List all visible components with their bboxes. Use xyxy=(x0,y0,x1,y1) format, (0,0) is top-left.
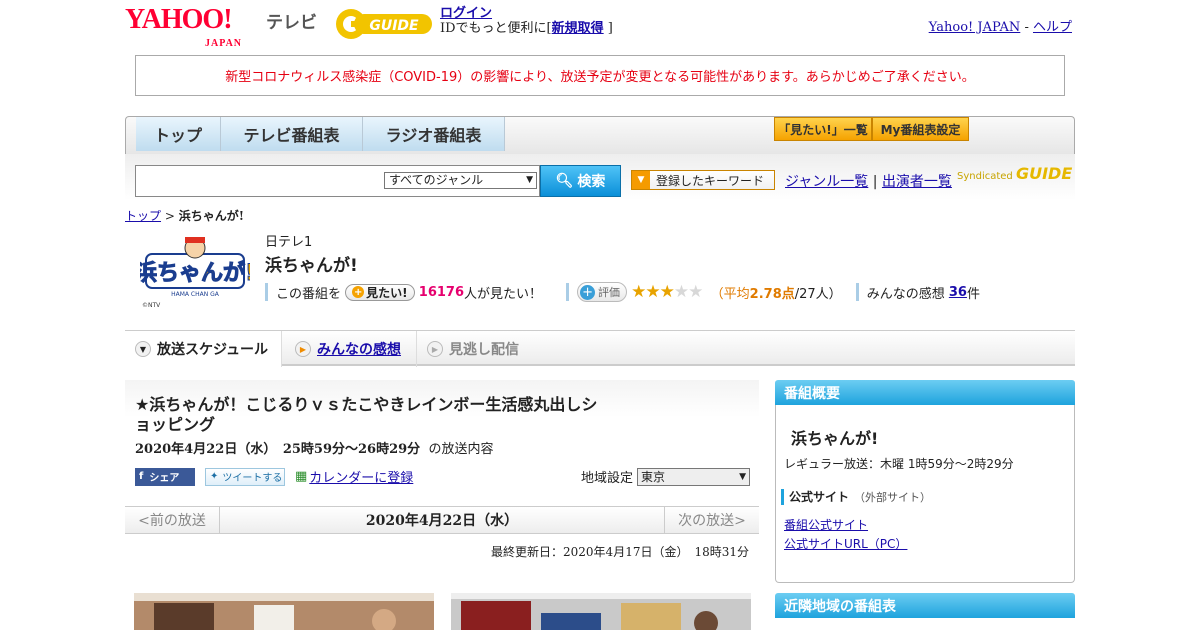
mitai-button[interactable]: + 見たい! xyxy=(345,283,415,301)
chevron-down-icon: ▼ xyxy=(526,175,533,185)
region-select[interactable]: 東京 ▼ xyxy=(637,467,751,486)
episode-title: ★浜ちゃんが！こじるりｖｓたこやきレインボー生活感丸出しショッピング xyxy=(135,395,598,434)
chevron-down-icon: ▼ xyxy=(135,341,151,357)
link-separator: | xyxy=(872,174,878,190)
tab-schedule[interactable]: ▼ 放送スケジュール xyxy=(125,331,282,367)
program-overview-header: 番組概要 xyxy=(775,380,1075,405)
signup-link[interactable]: 新規取得 xyxy=(552,21,604,36)
star-empty-icons: ★★ xyxy=(673,282,704,302)
header-links: Yahoo! JAPAN - ヘルプ xyxy=(929,16,1072,35)
login-link[interactable]: ログイン xyxy=(440,6,492,21)
rating-prefix: （平均 xyxy=(710,286,750,302)
facebook-share-button[interactable]: f シェア xyxy=(135,467,195,486)
tab-top[interactable]: トップ xyxy=(136,117,221,151)
official-site-heading: 公式サイト （外部サイト） xyxy=(781,488,931,505)
dropdown-arrow-icon: ▼ xyxy=(632,171,650,189)
breadcrumb-top[interactable]: トップ xyxy=(125,209,161,223)
stat-divider xyxy=(566,283,570,301)
facebook-icon: f xyxy=(139,471,144,482)
play-icon: ▶ xyxy=(295,341,311,357)
search-links: ジャンル一覧 | 出演者一覧 xyxy=(785,171,952,191)
region-setting: 地域設定 東京 ▼ xyxy=(581,467,751,486)
heading-bar xyxy=(781,488,784,505)
covid-notice: 新型コロナウィルス感染症（COVID-19）の影響により、放送予定が変更となる可… xyxy=(135,55,1065,96)
search-bar: すべてのジャンル ▼ 🔍︎ 検索 ▼ 登録したキーワード ジャンル一覧 | 出演者… xyxy=(125,154,1075,200)
official-site-url-link[interactable]: 公式サイトURL（PC） xyxy=(784,535,907,552)
date-navigation: <前の放送 2020年4月22日（水） 次の放送> xyxy=(125,506,759,534)
mitai-prefix: この番組を xyxy=(276,286,342,302)
registered-keyword-button[interactable]: ▼ 登録したキーワード xyxy=(631,170,775,190)
regular-broadcast: レギュラー放送：木曜 1時59分～2時29分 xyxy=(784,457,1014,471)
tv-label: テレビ xyxy=(266,13,317,33)
play-icon: ▶ xyxy=(427,341,443,357)
mitai-count: 16176 xyxy=(418,284,465,300)
login-box: ログイン IDでもっと便利に[新規取得 ] xyxy=(440,6,613,36)
rating-average: 2.78点 xyxy=(749,286,795,302)
reviews-prefix: みんなの感想 xyxy=(866,286,945,302)
gguide-logo[interactable]: GUIDE xyxy=(334,6,434,42)
syndicated-gguide-logo: Syndicated GUIDE xyxy=(957,164,1073,183)
program-title: 浜ちゃんが! xyxy=(265,256,358,276)
tab-radio-guide[interactable]: ラジオ番組表 xyxy=(363,117,505,151)
twitter-tweet-button[interactable]: ✦ ツイートする xyxy=(205,467,285,486)
program-logo-image: 浜ちゃんが! HAMA CHAN GA ©NTV xyxy=(140,232,250,310)
mitai-suffix: 人が見たい！ xyxy=(464,286,543,302)
stat-divider xyxy=(855,283,859,301)
help-link[interactable]: ヘルプ xyxy=(1033,20,1072,35)
plus-icon: + xyxy=(352,286,365,298)
prev-broadcast-link[interactable]: <前の放送 xyxy=(125,507,220,533)
tab-tv-guide[interactable]: テレビ番組表 xyxy=(221,117,363,151)
episode-datetime: 2020年4月22日（水） 25時59分～26時29分 の放送内容 xyxy=(135,442,494,457)
svg-text:浜ちゃんが!: 浜ちゃんが! xyxy=(140,260,250,286)
next-broadcast-link[interactable]: 次の放送> xyxy=(664,507,759,533)
last-updated: 最終更新日：2020年4月17日（金） 18時31分 xyxy=(491,545,749,559)
twitter-icon: ✦ xyxy=(210,471,219,482)
svg-text:HAMA CHAN GA: HAMA CHAN GA xyxy=(171,291,220,298)
search-icon: 🔍︎ xyxy=(555,173,574,189)
rating-button[interactable]: + 評価 xyxy=(577,282,628,302)
breadcrumb-sep: > xyxy=(164,209,175,223)
yahoo-japan-link[interactable]: Yahoo! JAPAN xyxy=(929,20,1021,35)
episode-photo xyxy=(451,593,751,630)
performer-list-link[interactable]: 出演者一覧 xyxy=(882,174,952,190)
calendar-icon: ▦ xyxy=(295,469,308,484)
svg-text:©NTV: ©NTV xyxy=(142,302,161,309)
chevron-down-icon: ▼ xyxy=(739,471,747,482)
genre-select[interactable]: すべてのジャンル ▼ xyxy=(384,172,537,189)
program-channel: 日テレ1 xyxy=(265,235,313,250)
breadcrumb: トップ > 浜ちゃんが! xyxy=(125,207,244,224)
main-nav: トップ テレビ番組表 ラジオ番組表 「見たい!」一覧 My番組表設定 xyxy=(125,116,1075,159)
my-guide-settings-button[interactable]: My番組表設定 xyxy=(872,117,969,141)
region-label: 地域設定 xyxy=(581,471,634,486)
login-prompt: IDでもっと便利に[ xyxy=(440,21,552,36)
tab-reviews[interactable]: ▶ みんなの感想 xyxy=(285,331,417,367)
plus-icon: + xyxy=(580,284,596,300)
rating-stars: ★★★★★ xyxy=(631,282,704,302)
search-button[interactable]: 🔍︎ 検索 xyxy=(540,165,621,197)
schedule-tabs: ▼ 放送スケジュール ▶ みんなの感想 ▶ 見逃し配信 xyxy=(125,330,1075,367)
stat-divider xyxy=(265,283,268,301)
login-prompt-close: ] xyxy=(607,21,613,36)
reviews-suffix: 件 xyxy=(966,286,980,302)
official-site-link[interactable]: 番組公式サイト xyxy=(784,516,868,533)
breadcrumb-current: 浜ちゃんが! xyxy=(178,209,245,223)
rating-count: /27人） xyxy=(794,286,842,302)
mitai-list-button[interactable]: 「見たい!」一覧 xyxy=(774,117,872,141)
nearby-guide-header: 近隣地域の番組表 xyxy=(775,593,1075,618)
calendar-register-link[interactable]: カレンダーに登録 xyxy=(309,467,413,486)
current-broadcast-date: 2020年4月22日（水） xyxy=(365,513,519,529)
episode-photo xyxy=(134,593,434,630)
star-filled-icons: ★★★ xyxy=(631,282,675,302)
tab-missed-streaming[interactable]: ▶ 見逃し配信 xyxy=(417,331,547,367)
genre-list-link[interactable]: ジャンル一覧 xyxy=(785,174,868,190)
reviews-count-link[interactable]: 36 xyxy=(949,285,967,300)
yahoo-japan-logo[interactable]: YAHOO! JAPAN xyxy=(125,6,241,50)
share-row: f シェア ✦ ツイートする ▦ カレンダーに登録 xyxy=(135,467,413,486)
svg-text:GUIDE: GUIDE xyxy=(369,18,419,34)
header-link-separator: - xyxy=(1024,20,1029,35)
program-stats: この番組を + 見たい! 16176 人が見たい！ + 評価 ★★★★★ （平均… xyxy=(265,282,980,302)
overview-program-name: 浜ちゃんが! xyxy=(791,429,879,448)
